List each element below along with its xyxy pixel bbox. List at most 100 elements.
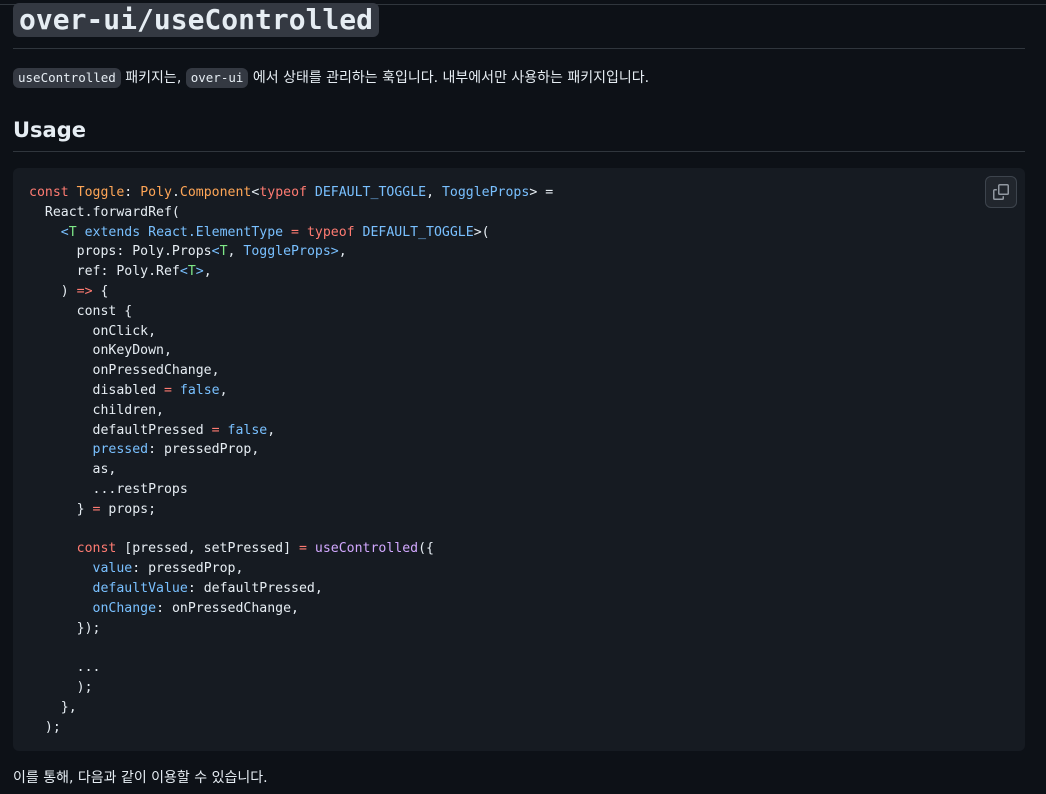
code-token: = [163,382,172,398]
code-token: , [203,264,212,280]
code-token: > [330,244,339,260]
code-line: } = props; [29,500,553,520]
code-token: pressed [92,442,149,458]
page-title: over-ui/useControlled [13,3,380,37]
code-line: children, [29,401,553,421]
code-token: const [29,185,69,200]
code-token: = [298,541,307,557]
code-token: children, [29,402,164,418]
code-token: ElementType [195,224,284,240]
code-token: ... [29,660,101,676]
intro-text-1: 패키지는, [120,70,186,86]
intro-text-2: 에서 상태를 관리하는 훅입니다. 내부에서만 사용하는 패키지입니다. [248,70,650,86]
code-token: ref: Poly.Ref [29,264,180,280]
code-token: : pressedProp, [132,561,244,577]
code-line: value: pressedProp, [29,559,553,579]
code-line: defaultValue: defaultPressed, [29,579,553,599]
code-line: onChange: onPressedChange, [29,599,553,619]
code-line: const [pressed, setPressed] = useControl… [29,539,553,559]
code-token: extends React. [76,224,196,240]
code-token: useControlled [314,541,419,557]
code-token: const [76,541,117,557]
code-token: DEFAULT_TOGGLE [362,224,474,240]
code-token: React.forwardRef( [29,204,180,220]
code-token: value [92,561,133,577]
code-line: defaultPressed = false, [29,421,553,441]
code-token: const { [29,303,133,319]
code-line: pressed: pressedProp, [29,440,553,460]
code-token: . [171,185,180,200]
outro-paragraph: 이를 통해, 다음과 같이 이용할 수 있습니다. [13,770,268,786]
code-line: onClick, [29,322,553,342]
code-line: ); [29,718,553,738]
code-token: < [60,224,69,240]
readme-page: over-ui/useControlled useControlled 패키지는… [0,0,1046,794]
code-token: } [29,501,93,517]
code-token: Component [179,185,252,200]
code-line: ref: Poly.Ref<T>, [29,262,553,282]
code-line: onKeyDown, [29,341,553,361]
code-token: typeof [259,185,307,200]
code-token: ToggleProps [243,244,331,260]
code-token: defaultValue [92,580,188,596]
code-token: T [187,264,196,280]
code-line: ​ [29,520,553,540]
code-token: , [227,244,244,260]
code-line: }); [29,619,553,639]
code-token: < [179,264,188,280]
inline-code-usecontrolled: useControlled [13,68,121,88]
code-token: as, [29,462,117,478]
code-token: DEFAULT_TOGGLE [314,185,427,200]
code-token: , [426,185,442,200]
code-token: }, [29,699,77,715]
code-token: false [179,382,220,398]
code-token: { [92,283,109,299]
code-line: props: Poly.Props<T, ToggleProps>, [29,242,553,262]
title-divider [13,48,1025,49]
copy-icon [993,184,1009,200]
code-line: ​ [29,638,553,658]
code-token: : onPressedChange, [156,600,299,616]
usage-divider [13,151,1025,152]
code-line: onPressedChange, [29,361,553,381]
code-token: > [195,264,204,280]
code-token: onPressedChange, [29,363,220,379]
code-token: = [211,422,220,438]
code-token: , [219,382,228,398]
code-token: > = [529,185,554,200]
code-token: , [267,422,276,438]
code-line: ...restProps [29,480,553,500]
intro-paragraph: useControlled 패키지는, over-ui 에서 상태를 관리하는 … [13,68,649,88]
code-line: as, [29,460,553,480]
code-line: React.forwardRef( [29,203,553,223]
code-block[interactable]: const Toggle: Poly.Component < typeof DEFA… [13,168,1025,751]
code-token: onClick, [29,323,157,339]
code-token: : [124,185,141,200]
copy-button[interactable] [985,176,1017,208]
code-token: ); [29,719,61,735]
code-token: onChange [92,600,157,616]
code-token: ) [29,283,77,299]
code-line: disabled = false, [29,381,553,401]
code-token: ToggleProps [441,185,530,200]
code-token: : pressedProp, [148,442,260,458]
code-token: , [338,244,347,260]
code-token: ...restProps [29,481,188,497]
code-token: defaultPressed [29,422,212,438]
code-line: ... [29,658,553,678]
code-token: : defaultPressed, [187,580,323,596]
code-token: ); [29,679,93,695]
code-content[interactable]: const Toggle: Poly.Component < typeof DEFA… [29,183,553,737]
code-line: const Toggle: Poly.Component<typeof DEFA… [29,183,553,203]
code-token: Toggle [76,185,125,200]
inline-code-over-ui: over-ui [185,68,249,88]
code-token: props: Poly.Props [29,244,212,260]
